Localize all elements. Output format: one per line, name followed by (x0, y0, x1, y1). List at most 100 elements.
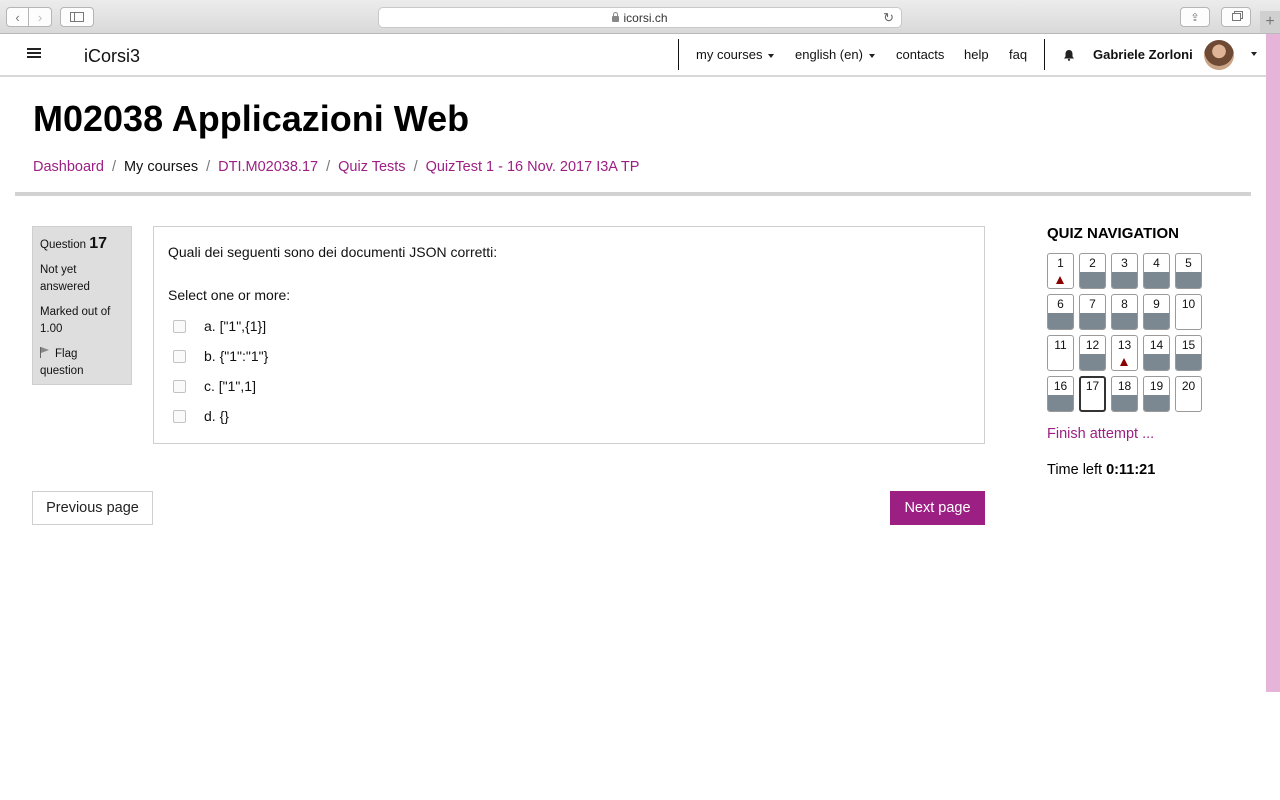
forward-icon[interactable]: › (29, 7, 52, 27)
question-number-value: 17 (89, 235, 108, 252)
breadcrumb-dashboard[interactable]: Dashboard (33, 159, 104, 175)
quiz-nav-question-13[interactable]: 13 (1111, 335, 1138, 371)
flag-question-link[interactable]: Flag question (40, 346, 124, 380)
answer-option[interactable]: d. {} (168, 401, 970, 431)
quiz-nav-question-1[interactable]: 1 (1047, 253, 1074, 289)
answer-checkbox[interactable] (173, 379, 186, 393)
answer-label[interactable]: b. {"1":"1"} (204, 348, 268, 364)
avatar[interactable] (1204, 40, 1234, 70)
quiz-nav-number: 14 (1149, 338, 1164, 352)
nav-divider (1044, 39, 1045, 70)
breadcrumb: Dashboard / My courses / DTI.M02038.17 /… (33, 159, 639, 175)
quiz-nav-number: 4 (1153, 256, 1160, 270)
nav-divider (678, 39, 679, 70)
quiz-navigation-title: QUIZ NAVIGATION (1047, 225, 1179, 242)
quiz-nav-question-18[interactable]: 18 (1111, 376, 1138, 412)
quiz-nav-number: 13 (1117, 338, 1132, 352)
quiz-nav-number: 17 (1085, 379, 1100, 393)
answer-option[interactable]: a. ["1",{1}] (168, 311, 970, 341)
site-brand[interactable]: iCorsi3 (84, 46, 140, 67)
question-text: Quali dei seguenti sono dei documenti JS… (168, 244, 498, 260)
back-icon[interactable]: ‹ (6, 7, 29, 27)
quiz-nav-question-2[interactable]: 2 (1079, 253, 1106, 289)
answer-checkbox[interactable] (173, 319, 186, 333)
sidebar-icon (70, 12, 84, 22)
header-divider (15, 192, 1251, 196)
quiz-nav-question-14[interactable]: 14 (1143, 335, 1170, 371)
question-label: Question (40, 239, 87, 251)
flag-triangle-icon (1120, 358, 1128, 366)
quiz-nav-question-11[interactable]: 11 (1047, 335, 1074, 371)
quiz-nav-question-17[interactable]: 17 (1079, 376, 1106, 412)
quiz-nav-number: 8 (1121, 297, 1128, 311)
share-icon[interactable]: ⇪ (1180, 7, 1210, 27)
previous-page-button[interactable]: Previous page (32, 491, 153, 525)
language-label: english (en) (795, 47, 863, 62)
contacts-link[interactable]: contacts (896, 47, 944, 62)
history-buttons: ‹ › (6, 7, 52, 27)
breadcrumb-separator: / (206, 159, 211, 175)
quiz-nav-question-10[interactable]: 10 (1175, 294, 1202, 330)
quiz-nav-number: 12 (1085, 338, 1100, 352)
breadcrumb-quiz-tests[interactable]: Quiz Tests (338, 159, 405, 175)
new-tab-icon[interactable]: + (1260, 11, 1280, 33)
time-left-label: Time left (1047, 462, 1103, 478)
answer-label[interactable]: a. ["1",{1}] (204, 318, 266, 334)
breadcrumb-quiz[interactable]: QuizTest 1 - 16 Nov. 2017 I3A TP (426, 159, 640, 175)
address-bar[interactable]: icorsi.ch ↻ (378, 7, 902, 28)
finish-attempt-link[interactable]: Finish attempt ... (1047, 426, 1154, 442)
answer-checkbox[interactable] (173, 409, 186, 423)
language-menu[interactable]: english (en) (795, 47, 875, 62)
notification-bell-icon[interactable] (1063, 49, 1075, 61)
chevron-down-icon (768, 53, 775, 58)
quiz-nav-question-7[interactable]: 7 (1079, 294, 1106, 330)
help-link[interactable]: help (964, 47, 989, 62)
my-courses-menu[interactable]: my courses (696, 47, 775, 62)
sidebar-toggle-button[interactable] (60, 7, 94, 27)
breadcrumb-course[interactable]: DTI.M02038.17 (218, 159, 318, 175)
breadcrumb-my-courses: My courses (123, 159, 199, 175)
user-name[interactable]: Gabriele Zorloni (1093, 47, 1193, 62)
quiz-nav-number: 1 (1057, 256, 1064, 270)
url-text: icorsi.ch (623, 10, 668, 25)
top-navbar: iCorsi3 my courses english (en) contacts… (0, 34, 1266, 77)
quiz-nav-question-15[interactable]: 15 (1175, 335, 1202, 371)
quiz-nav-question-5[interactable]: 5 (1175, 253, 1202, 289)
quiz-nav-question-19[interactable]: 19 (1143, 376, 1170, 412)
answer-label[interactable]: d. {} (204, 408, 229, 424)
quiz-nav-number: 11 (1054, 338, 1067, 352)
chevron-down-icon (868, 53, 875, 58)
faq-link[interactable]: faq (1009, 47, 1027, 62)
page-title: M02038 Applicazioni Web (33, 98, 470, 139)
quiz-nav-question-4[interactable]: 4 (1143, 253, 1170, 289)
quiz-nav-question-16[interactable]: 16 (1047, 376, 1074, 412)
next-page-button[interactable]: Next page (890, 491, 985, 525)
quiz-nav-number: 6 (1057, 297, 1064, 311)
quiz-nav-question-9[interactable]: 9 (1143, 294, 1170, 330)
breadcrumb-separator: / (413, 159, 418, 175)
quiz-nav-question-3[interactable]: 3 (1111, 253, 1138, 289)
question-status: Not yet answered (40, 264, 90, 293)
quiz-navigation-grid: 1 2 3 4 5 6 7 8 9 10 11 12 13 14 15 16 17 18 19 20 (1047, 253, 1207, 412)
quiz-nav-question-12[interactable]: 12 (1079, 335, 1106, 371)
quiz-nav-question-6[interactable]: 6 (1047, 294, 1074, 330)
timer: Time left 0:11:21 (1047, 462, 1155, 478)
menu-icon[interactable] (27, 46, 41, 60)
question-grade: Marked out of 1.00 (40, 306, 111, 335)
quiz-nav-number: 20 (1181, 379, 1196, 393)
quiz-nav-question-20[interactable]: 20 (1175, 376, 1202, 412)
scrollbar[interactable] (1266, 34, 1280, 692)
quiz-nav-number: 7 (1089, 297, 1096, 311)
answer-checkbox[interactable] (173, 349, 186, 363)
answer-option[interactable]: b. {"1":"1"} (168, 341, 970, 371)
reload-icon[interactable]: ↻ (883, 10, 894, 26)
answer-option[interactable]: c. ["1",1] (168, 371, 970, 401)
breadcrumb-separator: / (326, 159, 331, 175)
quiz-nav-number: 18 (1117, 379, 1132, 393)
question-content: Quali dei seguenti sono dei documenti JS… (153, 226, 985, 444)
quiz-nav-question-8[interactable]: 8 (1111, 294, 1138, 330)
user-menu-chevron-down-icon[interactable] (1251, 52, 1257, 56)
quiz-nav-number: 3 (1121, 256, 1128, 270)
tab-overview-button[interactable] (1221, 7, 1251, 27)
answer-label[interactable]: c. ["1",1] (204, 378, 256, 394)
